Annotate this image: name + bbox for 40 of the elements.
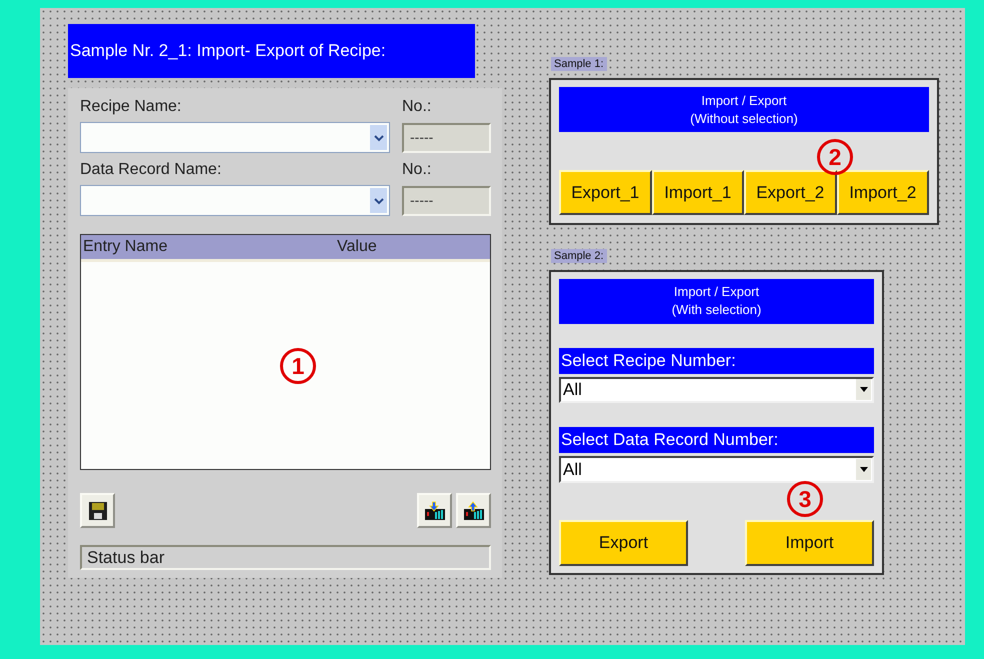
column-header: Value — [336, 237, 378, 257]
number-label: No.: — [402, 98, 432, 117]
chevron-down-icon — [370, 125, 387, 150]
action-button[interactable]: Import_1 — [652, 170, 744, 215]
callout-number: 2 — [817, 139, 853, 175]
dropdown-value: All — [563, 380, 582, 400]
sample-label: Sample 1: — [551, 57, 607, 71]
number-dropdown[interactable]: All — [559, 376, 874, 404]
number-label: No.: — [402, 161, 432, 180]
header-text: (With selection) — [670, 301, 762, 320]
action-button[interactable]: Export — [559, 520, 688, 566]
header-text: (Without selection) — [689, 110, 799, 128]
save-button[interactable] — [80, 493, 115, 528]
action-button[interactable]: Import — [745, 520, 874, 566]
screen-title: Sample Nr. 2_1: Import- Export of Recipe: — [68, 24, 475, 78]
header-text: Import / Export — [700, 92, 788, 110]
export-button[interactable] — [456, 493, 491, 528]
name-dropdown[interactable] — [80, 185, 390, 216]
name-dropdown[interactable] — [80, 122, 390, 153]
sample-label: Sample 2: — [551, 249, 607, 263]
import-button[interactable] — [417, 493, 452, 528]
number-field: ----- — [402, 186, 491, 216]
select-label: Select Recipe Number: — [559, 348, 874, 374]
number-field: ----- — [402, 123, 491, 153]
action-button[interactable]: Import_2 — [836, 170, 929, 215]
field-label: Data Record Name: — [80, 161, 222, 180]
status-bar: Status bar — [80, 545, 491, 570]
action-button[interactable]: Export_2 — [744, 170, 836, 215]
number-dropdown[interactable]: All — [559, 456, 874, 483]
chevron-down-icon — [370, 188, 387, 213]
callout-number: 3 — [787, 481, 823, 517]
header-text: Import / Export — [672, 283, 760, 302]
field-label: Recipe Name: — [80, 98, 182, 117]
chart-up-arrow-icon — [462, 500, 484, 520]
select-label: Select Data Record Number: — [559, 427, 874, 454]
column-header: Entry Name — [82, 237, 168, 257]
callout-number: 1 — [280, 348, 316, 384]
action-button[interactable]: Export_1 — [559, 170, 652, 215]
dropdown-value: All — [563, 460, 582, 480]
chart-down-arrow-icon — [424, 500, 446, 520]
